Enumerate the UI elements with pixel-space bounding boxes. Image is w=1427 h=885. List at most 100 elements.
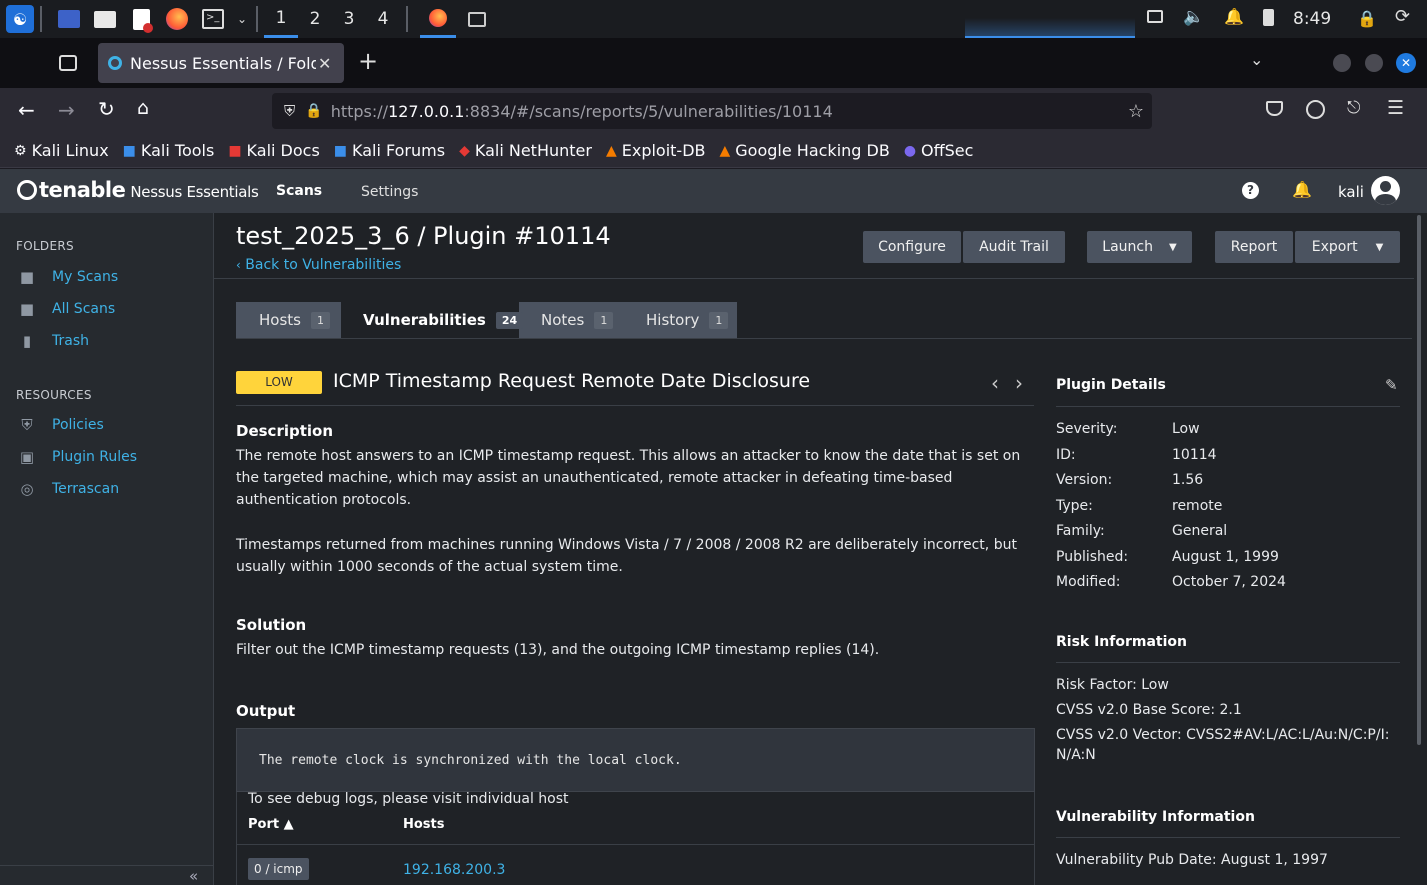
bookmark-star-icon[interactable]: ☆ [1128,101,1144,122]
firefox-icon[interactable] [162,4,192,34]
tab-hosts[interactable]: Hosts 1 [236,302,341,338]
configure-button[interactable]: Configure [863,231,961,263]
bookmark-kali-tools[interactable]: ■ Kali Tools [123,141,215,160]
workspace-1[interactable]: 1 [264,0,298,38]
notification-bell-icon[interactable]: 🔔 [1224,7,1244,26]
back-to-vulnerabilities-link[interactable]: ‹ Back to Vulnerabilities [236,257,401,273]
close-window-icon[interactable]: ✕ [1396,53,1416,73]
sidebar-item-all-scans[interactable]: ■ All Scans [0,293,214,325]
home-icon[interactable]: ⌂ [137,97,149,119]
report-button[interactable]: Report [1215,231,1293,263]
list-all-tabs-icon[interactable]: ⌄ [1250,50,1263,69]
bookmark-kali-nethunter[interactable]: ◆ Kali NetHunter [459,141,592,160]
file-manager-icon[interactable] [90,4,120,34]
taskbar-separator [256,6,258,32]
taskbar-separator [40,6,42,32]
folders-heading: FOLDERS [16,239,74,253]
tab-history[interactable]: History 1 [624,302,737,338]
tenable-logo[interactable]: tenable Nessus Essentials [17,177,259,202]
browser-tab[interactable]: Nessus Essentials / Folde ✕ [98,43,344,83]
terminal-icon[interactable]: >_ [198,4,228,34]
logout-icon[interactable]: ⟳ [1395,6,1410,27]
reload-icon[interactable]: ↻ [98,97,115,121]
menu-icon[interactable]: ☰ [1387,97,1404,119]
terminal-window-icon[interactable] [462,4,492,34]
new-tab-icon[interactable]: + [358,47,378,75]
extensions-icon[interactable]: ⎋ [1347,98,1360,118]
launch-button[interactable]: Launch ▼ [1087,231,1192,263]
vuln-info-divider [1056,837,1400,838]
bookmark-offsec[interactable]: ● OffSec [904,141,974,160]
export-button[interactable]: Export ▼ [1295,231,1400,263]
previous-icon[interactable]: ‹ [991,371,999,395]
bookmark-kali-linux[interactable]: ⚙ Kali Linux [14,141,109,160]
browser-nav-bar: ← → ↻ ⌂ ⛨ 🔒 https://127.0.0.1:8834/#/sca… [0,88,1427,134]
nav-settings[interactable]: Settings [361,184,418,200]
table-header-divider [236,844,1035,845]
clock[interactable]: 8:49 [1293,9,1331,29]
user-avatar-icon[interactable] [1371,176,1400,205]
shield-icon[interactable]: ⛨ [284,102,295,120]
bookmark-google-hacking-db[interactable]: ▲ Google Hacking DB [720,141,890,160]
solution-heading: Solution [236,616,307,634]
help-icon[interactable]: ? [1242,182,1259,199]
forward-arrow-icon[interactable]: → [58,98,75,122]
vuln-pub-date: Vulnerability Pub Date: August 1, 1997 [1056,852,1328,868]
lock-screen-icon[interactable]: 🔒 [1357,9,1377,28]
exploit-db-icon: ▲ [605,142,617,159]
minimize-window-icon[interactable] [1333,54,1351,72]
nav-scans[interactable]: Scans [276,183,322,199]
edit-pencil-icon[interactable]: ✎ [1385,376,1398,394]
text-editor-icon[interactable] [126,4,156,34]
kali-menu-icon[interactable]: ☯ [6,5,34,33]
bookmark-label: Kali Forums [352,141,446,160]
bookmark-exploit-db[interactable]: ▲ Exploit-DB [606,141,706,160]
account-icon[interactable] [1306,100,1325,119]
main-content: test_2025_3_6 / Plugin #10114 ‹ Back to … [214,213,1427,885]
sidebar-item-policies[interactable]: ⛨ Policies [0,409,214,441]
desktop-icon[interactable] [54,4,84,34]
tab-notes[interactable]: Notes 1 [519,302,619,338]
offsec-icon: ● [903,142,917,159]
volume-icon[interactable]: 🔈 [1183,7,1204,27]
bookmark-kali-forums[interactable]: ■ Kali Forums [334,141,445,160]
port-column-header[interactable]: Port ▲ [248,817,294,832]
close-tab-icon[interactable]: ✕ [318,54,331,73]
scrollbar[interactable] [1417,215,1421,745]
output-text: The remote clock is synchronized with th… [259,753,682,768]
display-icon[interactable] [1147,10,1163,23]
firefox-window-icon[interactable] [420,0,456,38]
bookmark-kali-docs[interactable]: ■ Kali Docs [228,141,319,160]
back-arrow-icon[interactable]: ← [18,98,35,122]
description-heading: Description [236,422,334,440]
tab-vulnerabilities[interactable]: Vulnerabilities 24 [341,302,524,338]
host-link[interactable]: 192.168.200.3 [403,862,505,878]
maximize-window-icon[interactable] [1365,54,1383,72]
username[interactable]: kali [1338,183,1364,201]
notifications-bell-icon[interactable]: 🔔 [1292,180,1312,199]
collapse-sidebar-icon[interactable]: « [189,867,198,885]
workspace-2[interactable]: 2 [298,0,332,38]
sidebar-item-plugin-rules[interactable]: ▣ Plugin Rules [0,441,214,473]
browser-tab-bar: Nessus Essentials / Folde ✕ + ⌄ ✕ [0,38,1427,88]
chevron-down-icon[interactable]: ⌄ [234,4,250,34]
workspace-3[interactable]: 3 [332,0,366,38]
url-bar[interactable]: ⛨ 🔒 https://127.0.0.1:8834/#/scans/repor… [272,93,1152,129]
sidebar-item-terrascan[interactable]: ◎ Terrascan [0,473,214,505]
pocket-icon[interactable] [1266,101,1283,116]
kali-forums-icon: ■ [333,142,348,159]
sidebar-item-my-scans[interactable]: ■ My Scans [0,261,214,293]
url-text[interactable]: https://127.0.0.1:8834/#/scans/reports/5… [331,102,833,121]
bookmark-label: Kali Docs [246,141,320,160]
tab-count: 1 [594,311,614,329]
battery-icon[interactable] [1263,9,1274,26]
workspace-4[interactable]: 4 [366,0,400,38]
audit-trail-button[interactable]: Audit Trail [963,231,1065,263]
plugin-icon: ▣ [19,448,35,466]
next-icon[interactable]: › [1015,371,1023,395]
tab-overview-icon[interactable] [59,55,77,71]
sidebar-item-trash[interactable]: ▮ Trash [0,325,214,357]
tenable-logo-mark-icon [17,180,37,200]
padlock-icon[interactable]: 🔒 [305,103,322,119]
cvss-vector: CVSS v2.0 Vector: CVSS2#AV:L/AC:L/Au:N/C… [1056,727,1390,763]
